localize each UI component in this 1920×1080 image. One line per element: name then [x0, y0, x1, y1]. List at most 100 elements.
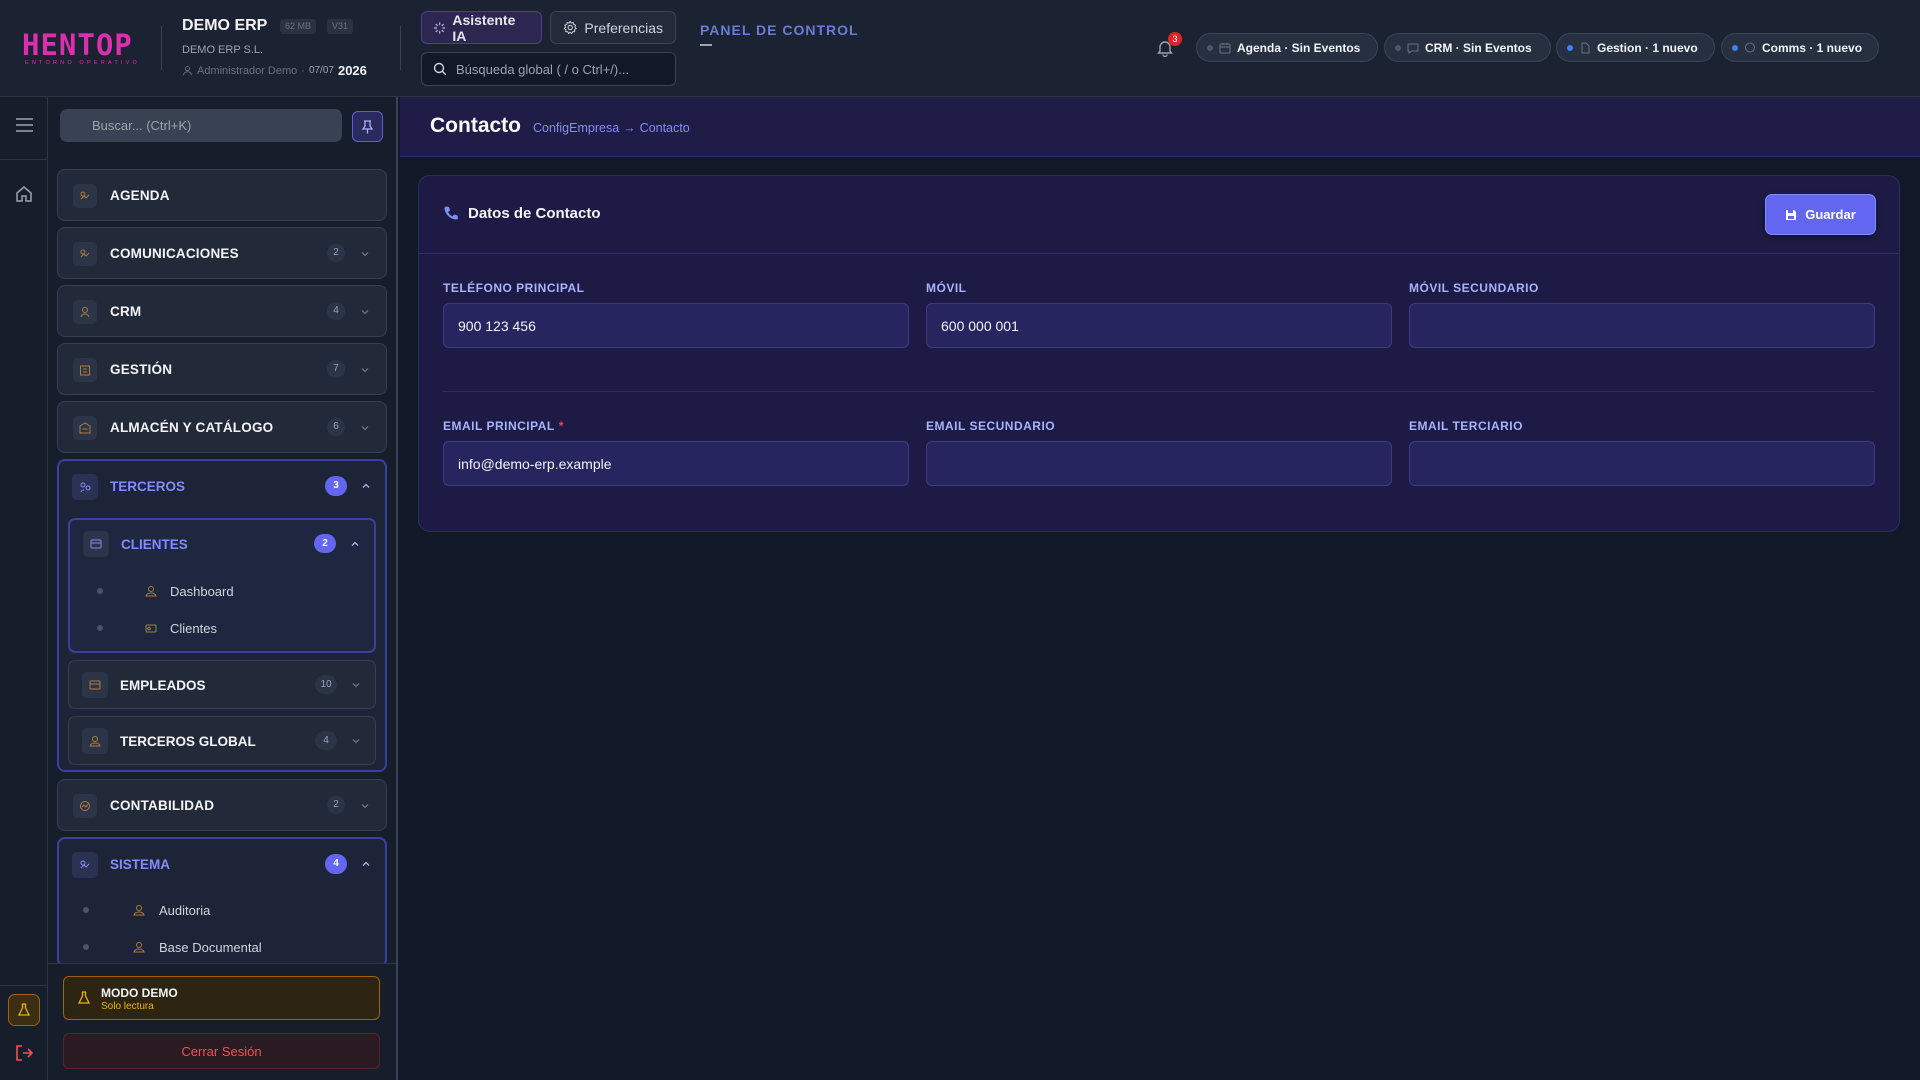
sidebar-subitem-clientes[interactable]: Clientes: [70, 615, 370, 641]
save-button[interactable]: Guardar: [1765, 194, 1876, 235]
sidebar-subitem-base-documental[interactable]: Base Documental: [59, 934, 379, 960]
status-dot: [1395, 44, 1401, 51]
email-terciario-input[interactable]: [1409, 441, 1875, 486]
current-date: 07/07: [308, 65, 334, 76]
chevron-up-icon: [351, 541, 359, 546]
status-pill-label: Agenda · Sin Eventos: [1237, 40, 1361, 55]
count-badge: 2: [327, 244, 345, 262]
chevron-up-icon: [362, 861, 370, 866]
field-row-divider: [443, 391, 1875, 392]
sidebar-item-almacen[interactable]: ALMACÉN Y CATÁLOGO 6: [57, 401, 387, 453]
telefono-principal-input[interactable]: [443, 303, 909, 348]
sidebar-item-contabilidad[interactable]: CONTABILIDAD 2: [57, 779, 387, 831]
chevron-down-icon: [361, 804, 369, 809]
user-icon: [182, 66, 193, 76]
terceros-global-icon: [82, 728, 108, 754]
sidebar-item-gestion[interactable]: GESTIÓN 7: [57, 343, 387, 395]
menu-toggle-button[interactable]: [12, 113, 36, 137]
sidebar-item-label: CONTABILIDAD: [110, 797, 215, 813]
sidebar-item-terceros[interactable]: TERCEROS 3: [59, 461, 385, 511]
sidebar-item-terceros-global[interactable]: TERCEROS GLOBAL 4: [68, 716, 376, 765]
email-secundario-input[interactable]: [926, 441, 1392, 486]
demo-mode-button[interactable]: [8, 994, 40, 1026]
logout-icon-button[interactable]: [12, 1041, 36, 1065]
global-search-input[interactable]: [456, 61, 656, 77]
rail-divider: [0, 985, 48, 986]
message-icon: [1745, 42, 1755, 52]
logo-tagline: ENTORNO OPERATIVO: [25, 60, 141, 66]
sidebar-search-input[interactable]: [92, 118, 332, 133]
preferences-button[interactable]: Preferencias: [550, 11, 676, 44]
sidebar-item-agenda[interactable]: AGENDA: [57, 169, 387, 221]
chevron-down-icon: [361, 310, 369, 315]
status-pill-crm[interactable]: CRM · Sin Eventos: [1384, 33, 1551, 62]
pin-menu-button[interactable]: [352, 111, 383, 142]
calendar-icon: [1219, 42, 1231, 53]
movil-input[interactable]: [926, 303, 1392, 348]
email-principal-input[interactable]: [443, 441, 909, 486]
status-pill-comms[interactable]: Comms · 1 nuevo: [1721, 33, 1879, 62]
chevron-down-icon: [361, 426, 369, 431]
breadcrumb-bar: Contacto ConfigEmpresa → Contacto: [400, 97, 1920, 157]
base-documental-icon: [130, 938, 148, 956]
count-badge: 4: [325, 854, 347, 874]
home-button[interactable]: [12, 182, 36, 206]
status-pill-label: CRM · Sin Eventos: [1425, 40, 1532, 55]
status-pill-agenda[interactable]: Agenda · Sin Eventos: [1196, 33, 1378, 62]
logo-wordmark: HENTOP: [22, 28, 133, 62]
sidebar-item-empleados[interactable]: EMPLEADOS 10: [68, 660, 376, 709]
count-badge: 7: [327, 360, 345, 378]
bullet: [83, 944, 89, 950]
logout-button[interactable]: Cerrar Sesión: [63, 1033, 380, 1069]
sidebar-item-label: TERCEROS GLOBAL: [120, 734, 256, 749]
auditoria-icon: [130, 901, 148, 919]
sidebar-item-label: ALMACÉN Y CATÁLOGO: [110, 419, 274, 435]
count-badge: 4: [315, 731, 337, 750]
global-search[interactable]: [421, 52, 676, 86]
status-pill-gestion[interactable]: Gestion · 1 nuevo: [1556, 33, 1715, 62]
gestion-icon: [73, 358, 97, 382]
sidebar-item-label: CRM: [110, 303, 142, 319]
breadcrumb-parent[interactable]: ConfigEmpresa: [533, 121, 619, 135]
sidebar-item-label: TERCEROS: [110, 479, 186, 494]
header-divider: [161, 26, 162, 70]
dashboard-icon: [142, 582, 160, 600]
sidebar-item-label: GESTIÓN: [110, 361, 173, 377]
panel-underline: [700, 44, 712, 46]
sidebar-item-clientes[interactable]: CLIENTES 2: [70, 520, 374, 568]
sparkle-icon: [434, 21, 446, 34]
field-label-telefono-principal: TELÉFONO PRINCIPAL: [443, 281, 585, 295]
card-title: Datos de Contacto: [468, 205, 601, 222]
status-dot-active: [1567, 44, 1573, 51]
demo-mode-banner[interactable]: MODO DEMO Solo lectura: [63, 976, 380, 1020]
search-icon: [433, 62, 447, 76]
status-dot-active: [1732, 44, 1738, 51]
count-badge: 4: [327, 302, 345, 320]
movil-secundario-input[interactable]: [1409, 303, 1875, 348]
sidebar-search[interactable]: [60, 109, 342, 142]
sidebar-item-comunicaciones[interactable]: COMUNICACIONES 2: [57, 227, 387, 279]
sidebar-item-crm[interactable]: CRM 4: [57, 285, 387, 337]
field-label-email-secundario: EMAIL SECUNDARIO: [926, 419, 1056, 433]
app-logo[interactable]: HENTOP ENTORNO OPERATIVO: [22, 28, 144, 66]
count-badge: 10: [315, 675, 337, 694]
sidebar-subitem-label: Base Documental: [159, 939, 262, 955]
chevron-down-icon: [361, 252, 369, 257]
home-icon: [16, 186, 32, 202]
sistema-icon: [72, 852, 98, 878]
flask-icon: [17, 1003, 31, 1016]
panel-title[interactable]: PANEL DE CONTROL: [700, 22, 859, 38]
top-header: HENTOP ENTORNO OPERATIVO DEMO ERP 62 MB …: [0, 0, 1920, 97]
sidebar-subitem-auditoria[interactable]: Auditoria: [59, 897, 379, 923]
sidebar-item-sistema[interactable]: SISTEMA 4: [59, 839, 385, 889]
notifications-button[interactable]: 3: [1156, 32, 1182, 59]
sidebar-subitem-dashboard[interactable]: Dashboard: [70, 578, 370, 604]
phone-icon: [444, 206, 458, 220]
ai-assistant-button[interactable]: Asistente IA: [421, 11, 542, 44]
current-year: 2026: [337, 63, 367, 78]
breadcrumb-arrow: →: [623, 121, 636, 135]
status-pill-label: Gestion · 1 nuevo: [1597, 40, 1698, 55]
bullet: [97, 588, 103, 594]
required-mark: *: [558, 419, 564, 433]
count-badge: 2: [314, 534, 336, 553]
